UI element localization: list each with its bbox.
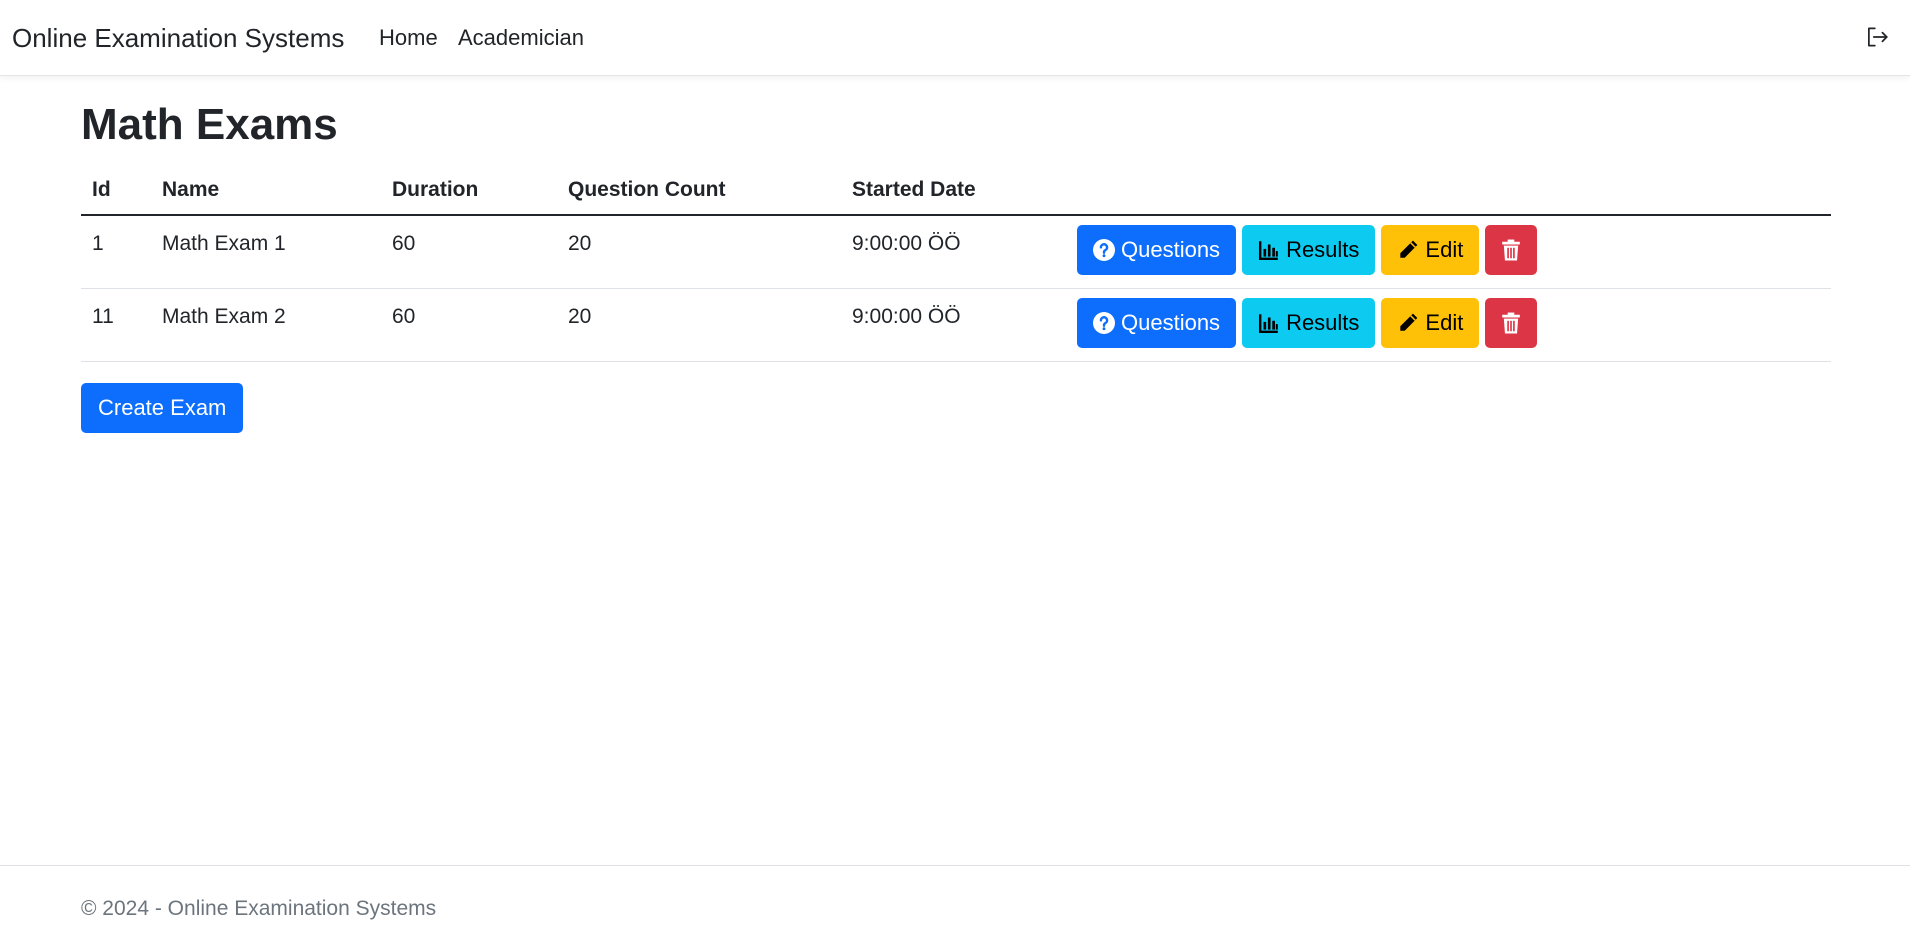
results-button-label: Results xyxy=(1286,237,1360,262)
exams-table: Id Name Duration Question Count Started … xyxy=(81,166,1831,362)
brand-link[interactable]: Online Examination Systems xyxy=(12,22,344,54)
edit-button-label: Edit xyxy=(1425,309,1464,335)
table-row: 11 Math Exam 2 60 20 9:00:00 ÖÖ Question… xyxy=(81,288,1831,362)
questions-button-label: Questions xyxy=(1121,237,1221,262)
bar-chart-icon xyxy=(1259,241,1278,261)
cell-duration: 60 xyxy=(381,288,557,362)
header-question-count: Question Count xyxy=(557,166,841,216)
cell-started-date: 9:00:00 ÖÖ xyxy=(841,215,1077,289)
questions-button[interactable]: Questions xyxy=(1077,225,1237,275)
delete-button[interactable] xyxy=(1485,297,1538,348)
logout-icon[interactable] xyxy=(1864,24,1890,50)
edit-button-label: Edit xyxy=(1425,237,1464,262)
page-title: Math Exams xyxy=(81,100,338,149)
header-duration: Duration xyxy=(381,166,557,216)
cell-actions: Questions Results Edit xyxy=(1077,288,1831,362)
nav-home-link[interactable]: Home xyxy=(379,24,438,52)
header-started-date: Started Date xyxy=(841,166,1077,216)
pencil-icon xyxy=(1400,313,1418,331)
header-id: Id xyxy=(81,166,151,216)
edit-button[interactable]: Edit xyxy=(1381,297,1480,348)
trash-icon xyxy=(1502,239,1521,261)
cell-duration: 60 xyxy=(381,215,557,289)
delete-button[interactable] xyxy=(1485,225,1538,275)
footer: © 2024 - Online Examination Systems xyxy=(0,865,1910,938)
navbar: Online Examination Systems Home Academic… xyxy=(0,0,1910,76)
cell-question-count: 20 xyxy=(557,215,841,289)
edit-button[interactable]: Edit xyxy=(1381,225,1480,275)
nav-academician-link[interactable]: Academician xyxy=(458,24,584,52)
cell-name: Math Exam 1 xyxy=(151,215,381,289)
pencil-icon xyxy=(1400,240,1418,258)
header-actions xyxy=(1077,166,1831,216)
table-row: 1 Math Exam 1 60 20 9:00:00 ÖÖ Questions… xyxy=(81,215,1831,289)
cell-actions: Questions Results Edit xyxy=(1077,215,1831,289)
cell-name: Math Exam 2 xyxy=(151,288,381,362)
cell-id: 1 xyxy=(81,215,151,289)
results-button-label: Results xyxy=(1286,309,1360,335)
cell-question-count: 20 xyxy=(557,288,841,362)
footer-copyright: © 2024 - Online Examination Systems xyxy=(81,897,437,920)
questions-button-label: Questions xyxy=(1121,309,1221,335)
table-header-row: Id Name Duration Question Count Started … xyxy=(81,166,1831,216)
results-button[interactable]: Results xyxy=(1242,225,1376,275)
cell-id: 11 xyxy=(81,288,151,362)
create-exam-button[interactable]: Create Exam xyxy=(81,383,244,433)
trash-icon xyxy=(1502,312,1521,333)
questions-button[interactable]: Questions xyxy=(1077,297,1237,348)
question-circle-icon xyxy=(1093,311,1115,334)
cell-started-date: 9:00:00 ÖÖ xyxy=(841,288,1077,362)
results-button[interactable]: Results xyxy=(1242,297,1376,348)
question-circle-icon xyxy=(1093,239,1115,261)
bar-chart-icon xyxy=(1259,313,1278,333)
header-name: Name xyxy=(151,166,381,216)
